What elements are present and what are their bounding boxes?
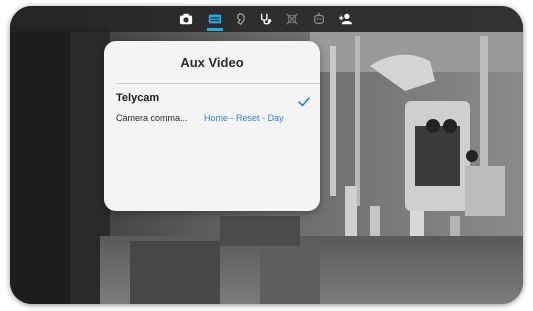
separator: - [262,113,266,123]
checkmark-icon [298,97,310,107]
robot-icon[interactable] [311,11,327,27]
top-toolbar [10,6,523,32]
video-frame: Aux Video Telycam Camera comma... Home -… [10,6,523,304]
camera-commands: Home - Reset - Day [204,113,284,123]
popover-title: Aux Video [180,55,244,70]
camera-commands-label: Camera comma... [116,113,188,123]
stethoscope-icon[interactable] [258,11,274,27]
pointer-icon[interactable] [232,11,248,27]
separator: - [230,113,234,123]
add-user-icon[interactable] [338,11,354,27]
option-telycam[interactable]: Telycam Camera comma... Home - Reset - D… [104,89,320,129]
aux-video-icon[interactable] [207,11,223,27]
option-name: Telycam [116,92,160,104]
reset-command-link[interactable]: Reset [236,113,260,123]
active-tab-indicator [207,28,223,31]
home-command-link[interactable]: Home [204,113,228,123]
title-divider [116,83,320,84]
camera-icon[interactable] [178,11,194,27]
day-command-link[interactable]: Day [268,113,284,123]
resize-icon[interactable] [284,11,300,27]
aux-video-popover: Aux Video Telycam Camera comma... Home -… [104,41,320,211]
